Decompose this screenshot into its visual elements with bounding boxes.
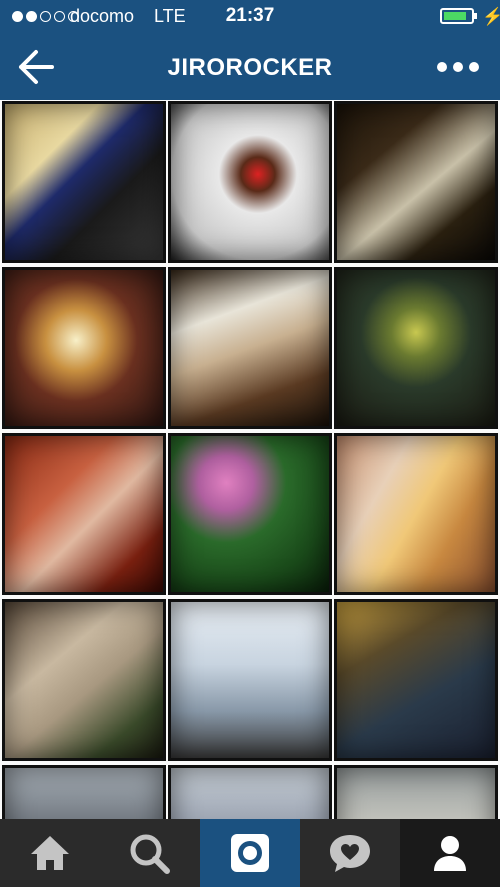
page-title: JIROROCKER xyxy=(167,54,333,81)
search-icon xyxy=(130,834,170,874)
photo-thumbnail-street-scene[interactable] xyxy=(334,765,498,819)
battery-level xyxy=(444,12,466,20)
tab-activity[interactable] xyxy=(300,819,400,887)
photo-thumbnail-bottled-drink[interactable] xyxy=(334,433,498,595)
photo-grid xyxy=(0,100,500,819)
photo-thumbnail-wooden-interior-windows[interactable] xyxy=(334,101,498,263)
battery-tip xyxy=(474,13,477,19)
photo-thumbnail-vinyl-record-and-album[interactable] xyxy=(2,101,166,263)
photo-thumbnail-propeller-glider[interactable] xyxy=(168,267,332,429)
photo-thumbnail-building-wall[interactable] xyxy=(2,765,166,819)
clock: 21:37 xyxy=(225,5,275,26)
photo-thumbnail-hydrangea-flowers[interactable] xyxy=(168,433,332,595)
photo-thumbnail-vintage-spotlight[interactable] xyxy=(2,267,166,429)
photo-thumbnail-wine-cabinet[interactable] xyxy=(2,433,166,595)
camera-icon xyxy=(231,834,269,872)
photo-thumbnail-balloons-sky[interactable] xyxy=(168,765,332,819)
tab-explore[interactable] xyxy=(100,819,200,887)
battery-icon xyxy=(440,8,474,24)
home-icon xyxy=(31,836,69,870)
speech-heart-icon xyxy=(330,835,370,872)
tab-home[interactable] xyxy=(0,819,100,887)
tab-profile[interactable] xyxy=(400,819,500,887)
charging-bolt-icon: ⚡ xyxy=(482,7,500,26)
photo-thumbnail-birdcage[interactable] xyxy=(2,599,166,761)
tab-bar xyxy=(0,819,500,887)
more-options-button[interactable] xyxy=(434,58,482,76)
photo-thumbnail-dessert-plate[interactable] xyxy=(168,101,332,263)
photo-thumbnail-alley-stairs[interactable] xyxy=(334,599,498,761)
more-dots-icon xyxy=(437,62,479,72)
nav-bar: JIROROCKER xyxy=(0,34,500,100)
status-bar: docomo LTE 21:37 ⚡ xyxy=(0,0,500,34)
photo-thumbnail-hanging-lantern[interactable] xyxy=(334,267,498,429)
person-icon xyxy=(434,836,466,871)
tab-camera[interactable] xyxy=(200,819,300,887)
photo-thumbnail-taipei-101-tower[interactable] xyxy=(168,599,332,761)
